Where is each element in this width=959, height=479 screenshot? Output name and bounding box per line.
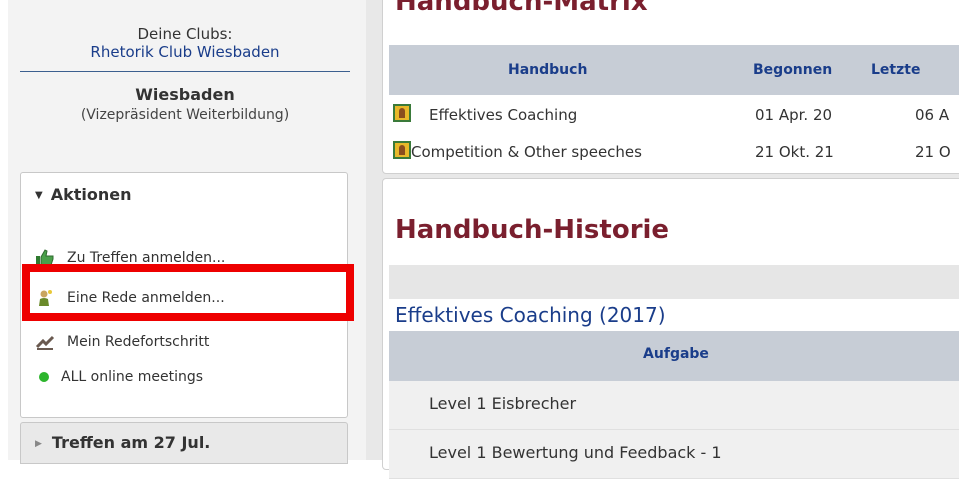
column-begonnen[interactable]: Begonnen	[753, 62, 832, 78]
history-panel: Handbuch-Historie Effektives Coaching (2…	[382, 178, 959, 479]
club-link[interactable]: Rhetorik Club Wiesbaden	[20, 43, 350, 61]
sidebar-edge	[0, 0, 8, 460]
meeting-label: Treffen am 27 Jul.	[51, 433, 211, 452]
table-row[interactable]: Effektives Coaching 01 Apr. 20 06 A	[389, 98, 959, 132]
actions-header[interactable]: ▼ Aktionen	[35, 185, 131, 204]
manual-icon	[393, 141, 411, 159]
started-date: 21 Okt. 21	[755, 143, 834, 161]
history-band	[389, 265, 959, 299]
table-row[interactable]: Level 1 Eisbrecher	[389, 381, 959, 430]
table-row[interactable]: Competition & Other speeches 21 Okt. 21 …	[389, 135, 959, 169]
last-date: 21 O	[915, 143, 951, 161]
task-name: Level 1 Bewertung und Feedback - 1	[429, 443, 722, 462]
club-role: (Vizepräsident Weiterbildung)	[80, 107, 290, 123]
speech-progress-link[interactable]: Mein Redefortschritt	[35, 333, 209, 351]
speech-progress-label: Mein Redefortschritt	[67, 334, 210, 350]
meeting-panel[interactable]: ▶ Treffen am 27 Jul.	[20, 422, 348, 464]
manual-name[interactable]: Effektives Coaching	[429, 106, 577, 124]
matrix-title: Handbuch-Matrix	[395, 0, 648, 17]
sidebar: Deine Clubs: Rhetorik Club Wiesbaden Wie…	[0, 0, 366, 464]
table-row[interactable]: Level 1 Bewertung und Feedback - 1	[389, 430, 959, 479]
column-letzte[interactable]: Letzte	[871, 62, 920, 78]
manual-name[interactable]: Competition & Other speeches	[411, 143, 642, 161]
main-content: Handbuch-Matrix Handbuch Begonnen Letzte…	[366, 0, 959, 479]
column-handbuch[interactable]: Handbuch	[508, 62, 587, 78]
caret-down-icon: ▼	[35, 190, 43, 201]
history-subtitle: Effektives Coaching (2017)	[395, 303, 666, 327]
column-aufgabe[interactable]: Aufgabe	[389, 346, 959, 362]
green-dot-icon	[39, 372, 49, 382]
online-meetings-link[interactable]: ALL online meetings	[35, 369, 203, 385]
task-name: Level 1 Eisbrecher	[429, 394, 577, 413]
last-date: 06 A	[915, 106, 950, 124]
clubs-label: Deine Clubs:	[137, 25, 233, 43]
club-divider	[20, 71, 350, 72]
online-meetings-label: ALL online meetings	[61, 369, 204, 385]
meeting-header: ▶ Treffen am 27 Jul.	[35, 433, 210, 452]
caret-right-icon: ▶	[35, 439, 42, 449]
matrix-panel: Handbuch-Matrix Handbuch Begonnen Letzte…	[382, 0, 959, 174]
highlight-annotation	[22, 264, 354, 321]
matrix-header-row: Handbuch Begonnen Letzte	[389, 45, 959, 95]
progress-icon	[35, 335, 55, 350]
club-name: Wiesbaden	[135, 85, 235, 104]
actions-header-label: Aktionen	[50, 185, 132, 204]
history-header-row: Aufgabe	[389, 331, 959, 381]
started-date: 01 Apr. 20	[755, 106, 833, 124]
manual-icon	[393, 104, 411, 122]
history-title: Handbuch-Historie	[395, 215, 670, 245]
